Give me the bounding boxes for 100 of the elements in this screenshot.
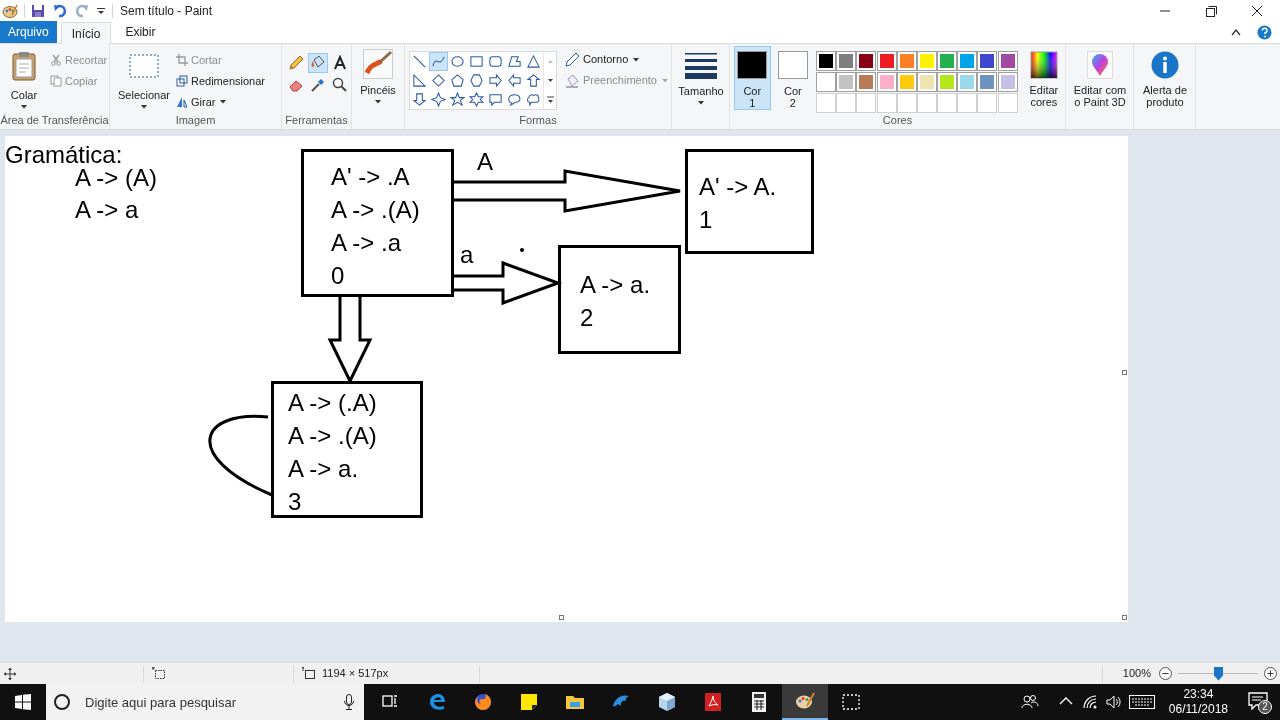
color-swatch[interactable] — [997, 72, 1018, 92]
file-menu-tab[interactable]: Arquivo — [0, 21, 57, 43]
search-field[interactable]: Digite aqui para pesquisar — [46, 684, 364, 720]
rotate-icon — [176, 96, 188, 108]
color-swatch[interactable] — [937, 72, 958, 92]
shape-option[interactable] — [448, 90, 467, 109]
color-slot-button[interactable]: Cor 1 — [734, 46, 771, 110]
shape-option[interactable] — [486, 71, 505, 90]
roundrect-shape-icon — [488, 54, 503, 69]
color-spectrum-icon — [1029, 51, 1058, 79]
color-swatch[interactable] — [977, 72, 998, 92]
paint-bucket-tool[interactable] — [308, 53, 328, 73]
star4-shape-icon — [431, 92, 446, 107]
shape-option[interactable] — [429, 90, 448, 109]
color-swatch[interactable] — [977, 51, 998, 71]
state-number: 3 — [288, 487, 302, 517]
group-label: Formas — [519, 113, 557, 129]
triangle-shape-icon — [526, 54, 541, 69]
arrow-right-shape-icon — [488, 73, 503, 88]
color-swatch[interactable] — [957, 72, 978, 92]
color-swatch[interactable] — [816, 51, 837, 71]
edit-with-paint-3d-button[interactable]: Editar com o Paint 3D — [1069, 49, 1131, 111]
shape-option[interactable] — [467, 90, 486, 109]
shape-option[interactable] — [429, 52, 448, 71]
fox-globe-icon — [472, 691, 494, 713]
product-alert-button[interactable]: Alerta de produto — [1136, 49, 1194, 111]
ribbon-tab[interactable]: Exibir — [115, 21, 166, 43]
shape-option[interactable] — [410, 90, 429, 109]
color-swatch[interactable] — [836, 51, 857, 71]
color-swatch[interactable] — [876, 51, 897, 71]
color-swatch[interactable] — [896, 72, 917, 92]
zoom-slider[interactable] — [1178, 666, 1258, 681]
wifi-icon[interactable] — [1080, 693, 1099, 711]
color-swatch[interactable] — [916, 72, 937, 92]
star6-shape-icon — [469, 92, 484, 107]
customize-dropdown-icon[interactable] — [97, 7, 105, 15]
polygon-shape-icon — [507, 54, 522, 69]
cube-icon — [656, 691, 678, 713]
transition-label: a — [460, 240, 474, 270]
speaker-icon[interactable] — [1104, 693, 1123, 711]
color-swatch[interactable] — [856, 72, 877, 92]
select-button[interactable]: Selecionar — [116, 49, 172, 111]
color-slot-button[interactable]: Cor 2 — [774, 46, 812, 110]
caret-icon — [662, 78, 668, 83]
ribbon-tab[interactable]: Início — [60, 22, 112, 44]
canvas-size-icon — [302, 667, 316, 680]
item-text: A -> a. — [580, 270, 651, 300]
curve-shape-icon — [431, 54, 446, 69]
color-swatch[interactable] — [836, 72, 857, 92]
shape-option[interactable] — [448, 71, 467, 90]
color-swatch[interactable] — [937, 51, 958, 71]
shape-option[interactable] — [524, 71, 543, 90]
color-swatch[interactable] — [957, 51, 978, 71]
brushes-button[interactable]: Pincéis — [356, 49, 400, 111]
hexagon-shape-icon — [469, 73, 484, 88]
diamond-shape-icon — [431, 73, 446, 88]
clock[interactable]: 23:34 06/11/2018 — [1164, 687, 1232, 717]
taskbar-app[interactable] — [782, 684, 828, 720]
shape-option[interactable] — [429, 71, 448, 90]
pencil-icon — [564, 51, 580, 68]
paint-palette-icon — [2, 4, 18, 18]
resize-handle[interactable] — [559, 615, 564, 620]
item-text: A -> .a — [331, 228, 402, 258]
edit-colors-button[interactable]: Editar cores — [1022, 49, 1065, 111]
size-button[interactable]: Tamanho — [676, 49, 726, 111]
rect-shape-icon — [469, 54, 484, 69]
shape-option[interactable] — [505, 71, 524, 90]
callout-oval-shape-icon — [507, 92, 522, 107]
resize-handle[interactable] — [1122, 370, 1127, 375]
pencil-tool[interactable] — [286, 53, 306, 73]
item-text: A' -> A. — [699, 172, 777, 202]
help-icon[interactable] — [1257, 25, 1272, 40]
outline-button[interactable]: Contorno — [564, 51, 668, 68]
rotate-button[interactable]: Girar — [176, 94, 265, 110]
color-swatch[interactable] — [876, 72, 897, 92]
save-icon[interactable] — [31, 4, 45, 18]
undo-icon[interactable] — [53, 4, 67, 18]
resize-button[interactable]: Redimensionar — [176, 73, 265, 89]
color-swatch[interactable] — [856, 51, 877, 71]
color-swatch[interactable] — [997, 51, 1018, 71]
move-cursor-icon — [4, 667, 16, 680]
oval-shape-icon — [450, 54, 465, 69]
paste-button[interactable]: Colar — [4, 49, 44, 111]
color-swatch[interactable] — [916, 51, 937, 71]
zoom-in-icon[interactable] — [1264, 667, 1277, 680]
action-center-button[interactable]: 2 — [1240, 684, 1280, 720]
zoom-out-icon[interactable] — [1159, 667, 1172, 680]
shape-option[interactable] — [410, 71, 429, 90]
color-swatch[interactable] — [816, 72, 837, 92]
people-icon[interactable] — [1020, 693, 1039, 711]
shape-option[interactable] — [524, 52, 543, 71]
color-swatch[interactable] — [896, 51, 917, 71]
collapse-ribbon-icon[interactable] — [1231, 28, 1241, 36]
shape-option[interactable] — [467, 71, 486, 90]
pencil-icon — [288, 55, 304, 71]
microphone-icon[interactable] — [344, 694, 354, 710]
resize-handle[interactable] — [1122, 615, 1127, 620]
keyboard-icon[interactable] — [1128, 695, 1155, 709]
canvas[interactable]: Gramática: A -> (A) A -> a A a A' -> .A A -> .(A) A -> .a 0 A' -> A. 1 A -> a. 2 A -> (.A) A -> .(A) A -> a. 3 — [5, 136, 1128, 622]
slider-thumb[interactable] — [1214, 666, 1223, 681]
